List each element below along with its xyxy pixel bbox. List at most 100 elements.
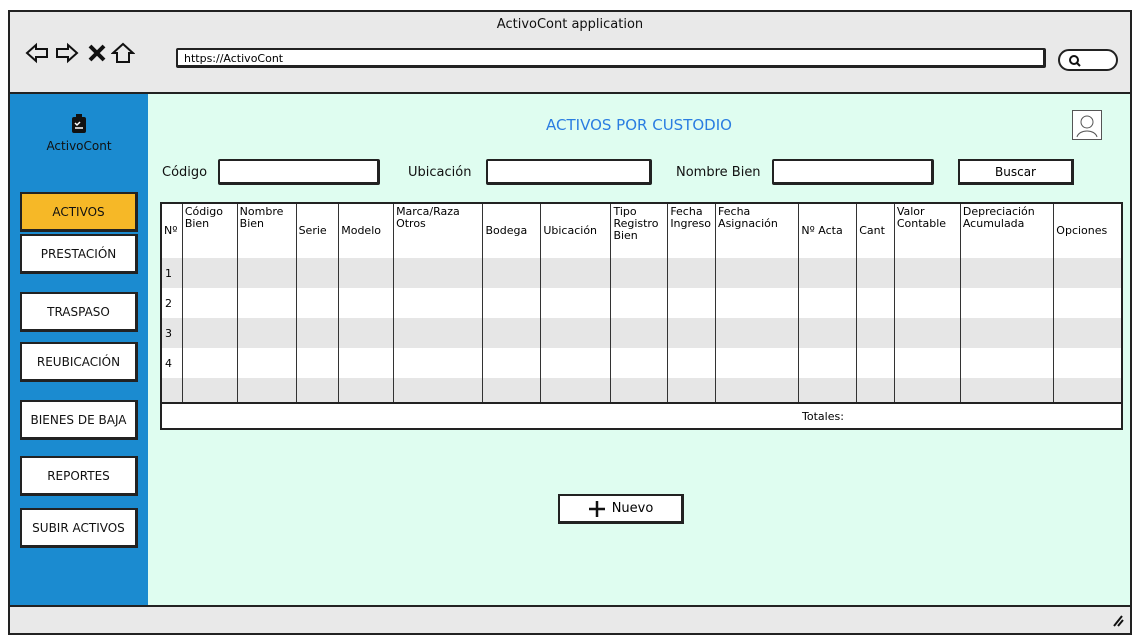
sidebar-item-traspaso[interactable]: TRASPASO <box>20 292 138 332</box>
table-cell <box>610 318 668 348</box>
row-number <box>162 378 183 402</box>
table-cell <box>540 288 611 318</box>
table-cell <box>798 378 857 402</box>
table-cell <box>338 258 394 288</box>
table-cell <box>893 378 961 402</box>
table-row: 1 <box>162 258 1121 288</box>
resize-grip-icon[interactable] <box>1110 613 1124 627</box>
browser-search-button[interactable] <box>1058 49 1118 71</box>
table-cell <box>236 318 297 348</box>
table-cell <box>540 378 611 402</box>
search-icon <box>1069 55 1081 67</box>
table-cell <box>715 288 799 318</box>
table-cell <box>295 258 339 288</box>
table-row: 4 <box>162 348 1121 378</box>
table-cell <box>667 288 716 318</box>
buscar-button[interactable]: Buscar <box>958 159 1074 185</box>
table-cell <box>393 258 483 288</box>
row-number: 4 <box>165 356 172 370</box>
sidebar-item-activos[interactable]: ACTIVOS <box>20 192 138 232</box>
table-cell <box>667 318 716 348</box>
col-header: Serie <box>295 204 339 258</box>
table-cell <box>338 318 394 348</box>
sidebar-item-reportes[interactable]: REPORTES <box>20 456 138 496</box>
plus-icon <box>588 500 605 517</box>
table-cell <box>959 378 1054 402</box>
table-cell <box>610 378 668 402</box>
assets-table: Nº Código Bien Nombre Bien Serie Modelo … <box>160 202 1123 430</box>
table-cell <box>393 348 483 378</box>
table-cell <box>798 318 857 348</box>
table-cell <box>667 348 716 378</box>
table-cell <box>338 288 394 318</box>
table-cell <box>856 318 895 348</box>
table-cell <box>295 348 339 378</box>
url-bar[interactable]: https://ActivoCont <box>176 48 1046 68</box>
table-cell <box>667 378 716 402</box>
col-header: Modelo <box>338 204 394 258</box>
table-row <box>162 378 1121 402</box>
sidebar-item-bienes-de-baja[interactable]: BIENES DE BAJA <box>20 400 138 440</box>
totals-row: Totales: <box>162 402 1121 428</box>
nuevo-button[interactable]: Nuevo <box>558 494 684 524</box>
table-cell <box>798 258 857 288</box>
col-header: Tipo Registro Bien <box>610 204 668 258</box>
browser-window: ActivoCont application https://ActivoCon… <box>8 10 1132 635</box>
forward-icon[interactable] <box>54 40 80 66</box>
status-bar <box>10 605 1130 633</box>
codigo-input[interactable] <box>218 159 380 185</box>
close-icon[interactable] <box>84 40 110 66</box>
table-cell <box>236 258 297 288</box>
table-cell <box>540 258 611 288</box>
user-icon <box>1076 115 1098 138</box>
table-cell <box>715 258 799 288</box>
row-number: 3 <box>162 318 183 348</box>
table-cell <box>295 378 339 402</box>
col-header: Código Bien <box>181 204 238 258</box>
table-cell <box>236 348 297 378</box>
col-header: Marca/Raza Otros <box>393 204 483 258</box>
col-header: Ubicación <box>540 204 611 258</box>
table-cell <box>482 378 541 402</box>
ubicacion-label: Ubicación <box>408 165 472 180</box>
sidebar-item-prestacion[interactable]: PRESTACIÓN <box>20 234 138 274</box>
nombre-bien-input[interactable] <box>772 159 934 185</box>
table-cell <box>295 288 339 318</box>
window-title: ActivoCont application <box>496 17 644 32</box>
col-header: Cant <box>856 204 895 258</box>
table-cell <box>338 378 394 402</box>
table-cell <box>540 318 611 348</box>
table-cell <box>856 258 895 288</box>
col-header: Valor Contable <box>893 204 961 258</box>
table-cell <box>1053 288 1121 318</box>
table-cell <box>181 288 238 318</box>
table-cell <box>667 258 716 288</box>
back-icon[interactable] <box>24 40 50 66</box>
logo-label: ActivoCont <box>46 139 112 153</box>
table-cell <box>959 318 1054 348</box>
ubicacion-input[interactable] <box>486 159 652 185</box>
col-header: Bodega <box>482 204 541 258</box>
sidebar-item-reubicacion[interactable]: REUBICACIÓN <box>20 342 138 382</box>
avatar[interactable] <box>1072 110 1102 140</box>
table-cell <box>610 288 668 318</box>
table-cell <box>181 378 238 402</box>
table-cell <box>959 348 1054 378</box>
col-header: Nº <box>164 224 178 237</box>
table-cell <box>181 258 238 288</box>
table-cell <box>893 288 961 318</box>
sidebar-item-subir-activos[interactable]: SUBIR ACTIVOS <box>20 508 138 548</box>
nombre-bien-label: Nombre Bien <box>676 165 761 180</box>
table-cell <box>393 378 483 402</box>
table-cell <box>1053 318 1121 348</box>
clipboard-icon <box>72 114 86 133</box>
table-cell <box>798 348 857 378</box>
table-cell <box>295 318 339 348</box>
page-title: ACTIVOS POR CUSTODIO <box>546 116 732 134</box>
col-header: Nº Acta <box>798 204 857 258</box>
table-cell <box>482 348 541 378</box>
table-cell <box>610 258 668 288</box>
table-cell <box>393 288 483 318</box>
home-icon[interactable] <box>110 40 136 66</box>
table-cell <box>1053 348 1121 378</box>
